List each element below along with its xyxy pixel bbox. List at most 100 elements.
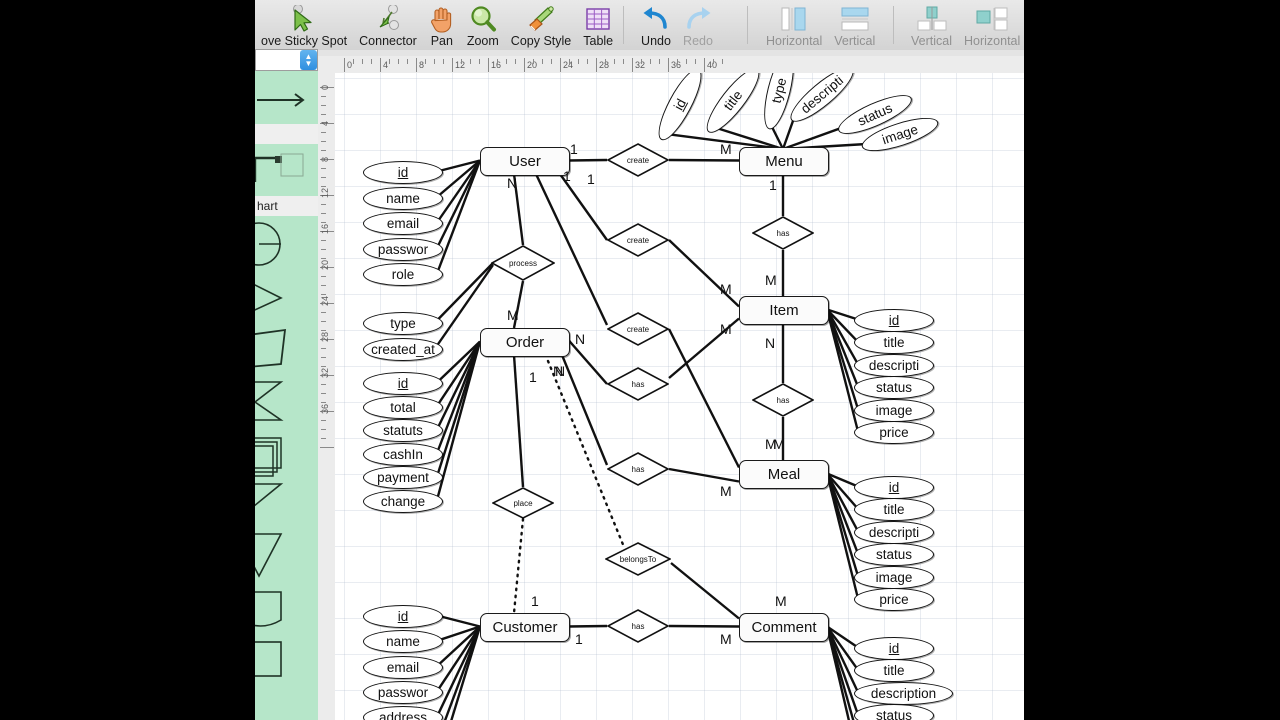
attribute-user-email[interactable]: email (363, 212, 443, 235)
stepper-control[interactable]: ▲ ▼ (300, 50, 317, 70)
attribute-process-type[interactable]: type (363, 312, 443, 335)
attribute-meal-id[interactable]: id (854, 476, 934, 499)
entity-meal[interactable]: Meal (739, 460, 829, 489)
relationship-create[interactable]: create (606, 312, 670, 346)
ruler-tick (321, 177, 326, 178)
toolbar-button-undo[interactable]: Undo (635, 0, 677, 50)
stencil-shape-triangle-down[interactable] (255, 528, 318, 580)
connector-line (436, 614, 481, 628)
stencil-shape-circle-bar[interactable] (255, 216, 318, 268)
relationship-belongsto[interactable]: belongsTo (604, 542, 672, 576)
attribute-customer-passwor[interactable]: passwor (363, 680, 443, 704)
entity-order[interactable]: Order (480, 328, 570, 357)
entity-user[interactable]: User (480, 147, 570, 176)
attribute-user-passwor[interactable]: passwor (363, 237, 443, 261)
attribute-comment-description[interactable]: description (854, 681, 953, 705)
attribute-label: title (883, 335, 905, 351)
toolbar-button-zoom[interactable]: Zoom (461, 0, 505, 50)
ruler-label: 20 (527, 60, 538, 70)
attribute-item-descripti[interactable]: descripti (854, 353, 934, 377)
toolbar-button-align-vertical[interactable]: Vertical (828, 0, 881, 50)
entity-label: Meal (767, 466, 801, 483)
toolbar-button-align-horizontal[interactable]: Horizontal (760, 0, 828, 50)
toolbar-button-distribute-horizontal[interactable]: Horizontal (958, 0, 1025, 50)
attribute-customer-id[interactable]: id (363, 605, 443, 628)
toolbar-button-distribute-vertical[interactable]: Vertical (905, 0, 958, 50)
shape-stencil-panel[interactable]: hart (255, 50, 319, 720)
toolbar-button-move-sticky-spot[interactable]: ove Sticky Spot (255, 0, 353, 50)
attribute-item-image[interactable]: image (854, 398, 934, 422)
relationship-process[interactable]: process (490, 245, 556, 281)
attribute-order-id[interactable]: id (363, 372, 443, 395)
vertical-ruler[interactable]: 0 4 8 12 16 20 24 28 32 36 (318, 73, 336, 720)
attribute-order-payment[interactable]: payment (363, 466, 443, 489)
ruler-label: 28 (320, 331, 330, 342)
stencil-shape-triangle-right[interactable] (255, 476, 318, 528)
stencil-shape-arrow[interactable] (255, 72, 318, 124)
stencil-shape-parallelogram[interactable] (255, 320, 318, 372)
entity-menu[interactable]: Menu (739, 147, 829, 176)
cardinality-label: 1 (531, 593, 539, 609)
relationship-has[interactable]: has (606, 452, 670, 486)
ruler-tick (524, 58, 525, 72)
toolbar-button-pan[interactable]: Pan (423, 0, 461, 50)
attribute-order-cashin[interactable]: cashIn (363, 442, 443, 466)
cardinality-label: M (507, 307, 519, 323)
attribute-meal-image[interactable]: image (854, 565, 934, 589)
stencil-shape-rectangle[interactable] (255, 632, 318, 684)
attribute-item-id[interactable]: id (854, 309, 934, 332)
relationship-place[interactable]: place (491, 487, 555, 519)
ruler-tick (416, 58, 417, 72)
entity-customer[interactable]: Customer (480, 613, 570, 642)
attribute-order-statuts[interactable]: statuts (363, 419, 443, 442)
cardinality-label: M (775, 593, 787, 609)
attribute-item-price[interactable]: price (854, 421, 934, 444)
attribute-user-id[interactable]: id (363, 161, 443, 184)
relationship-has[interactable]: has (606, 367, 670, 401)
relationship-create[interactable]: create (606, 223, 670, 257)
relationship-label: has (631, 621, 645, 631)
ruler-label: 24 (320, 295, 330, 306)
stencil-shape-chevron[interactable] (255, 372, 318, 424)
attribute-label: title (883, 502, 905, 518)
entity-item[interactable]: Item (739, 296, 829, 325)
relationship-label: has (776, 228, 790, 238)
toolbar-button-connector[interactable]: Connector (353, 0, 423, 50)
attribute-user-name[interactable]: name (363, 186, 443, 210)
relationship-has[interactable]: has (751, 216, 815, 250)
ruler-label: 4 (320, 120, 330, 126)
relationship-has[interactable]: has (606, 609, 670, 643)
diagram-canvas[interactable]: User Menu Order Item Meal Customer Comment id na… (335, 73, 1025, 720)
attribute-comment-status[interactable]: status (854, 704, 934, 720)
cardinality-label: M (765, 272, 777, 288)
attribute-meal-price[interactable]: price (854, 588, 934, 611)
stencil-search-field[interactable]: ▲ ▼ (255, 49, 318, 71)
relationship-label: create (626, 324, 650, 334)
attribute-customer-email[interactable]: email (363, 655, 443, 679)
stencil-shape-triangle[interactable] (255, 268, 318, 320)
attribute-order-change[interactable]: change (363, 489, 443, 513)
horizontal-ruler[interactable]: 0 4 8 12 16 20 24 28 32 36 40 (330, 56, 1025, 74)
toolbar-button-copy-style[interactable]: Copy Style (505, 0, 577, 50)
er-diagram[interactable]: User Menu Order Item Meal Customer Comment id na… (335, 73, 1025, 720)
relationship-has[interactable]: has (751, 383, 815, 417)
stencil-shape-stacked-docs[interactable] (255, 424, 318, 477)
attribute-comment-id[interactable]: id (854, 637, 934, 660)
attribute-process-created_at[interactable]: created_at (363, 338, 443, 361)
connector-line (512, 354, 525, 488)
attribute-order-total[interactable]: total (363, 395, 443, 419)
stencil-shape-corner[interactable] (255, 144, 318, 196)
stencil-shape-document[interactable] (255, 580, 318, 632)
toolbar-button-redo[interactable]: Redo (677, 0, 719, 50)
toolbar-history-group: Undo Redo (635, 0, 719, 50)
toolbar-label: Vertical (834, 34, 876, 48)
ruler-tick (321, 312, 326, 313)
entity-comment[interactable]: Comment (739, 613, 829, 642)
connector-line (434, 262, 494, 324)
attribute-label: type (390, 316, 416, 331)
ruler-tick (623, 59, 624, 64)
attribute-user-role[interactable]: role (363, 263, 443, 286)
attribute-meal-descripti[interactable]: descripti (854, 520, 934, 544)
relationship-create[interactable]: create (606, 143, 670, 177)
toolbar-button-table[interactable]: Table (577, 0, 619, 50)
